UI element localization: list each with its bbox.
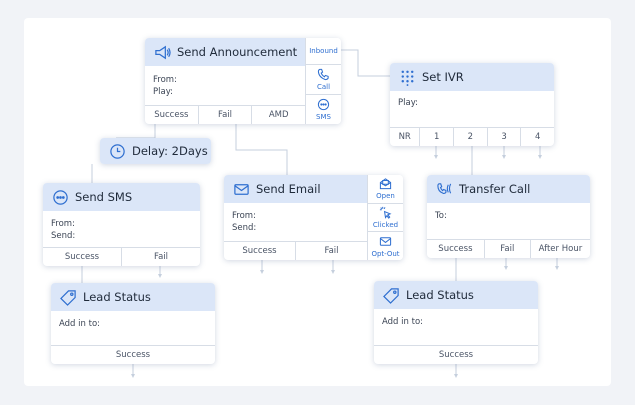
send-announcement-header: Send Announcement bbox=[145, 38, 305, 66]
chat-bubble-icon bbox=[51, 188, 69, 206]
output-success[interactable]: Success bbox=[51, 346, 215, 364]
phone-icon bbox=[317, 68, 330, 83]
send-sms-node[interactable]: Send SMS From: Send: Success Fail bbox=[43, 183, 200, 266]
node-outputs: Success Fail bbox=[224, 241, 367, 260]
trigger-open-label: Open bbox=[376, 192, 395, 201]
output-success[interactable]: Success bbox=[374, 346, 538, 364]
trigger-call[interactable]: Call bbox=[306, 65, 341, 96]
node-outputs: Success bbox=[51, 345, 215, 364]
node-outputs: Success Fail After Hour bbox=[427, 239, 590, 258]
node-body: From: Send: bbox=[43, 211, 200, 247]
lead-status-header: Lead Status bbox=[374, 281, 538, 309]
node-outputs: NR 1 2 3 4 bbox=[390, 127, 554, 146]
chat-bubble-icon bbox=[317, 98, 330, 113]
trigger-panel: Inbound Call SMS bbox=[305, 38, 341, 124]
trigger-clicked-label: Clicked bbox=[372, 221, 399, 229]
trigger-call-label: Call bbox=[316, 83, 331, 92]
node-title: Lead Status bbox=[83, 290, 151, 304]
node-title: Set IVR bbox=[422, 70, 464, 84]
node-title: Send Announcement bbox=[177, 45, 298, 59]
delay-node[interactable]: Delay: 2Days bbox=[100, 138, 211, 164]
envelope-icon bbox=[379, 235, 392, 250]
trigger-open[interactable]: Open bbox=[368, 175, 403, 204]
clock-icon bbox=[108, 142, 126, 160]
node-body: Add in to: bbox=[374, 309, 538, 333]
output-nr[interactable]: NR bbox=[390, 128, 421, 146]
output-fail[interactable]: Fail bbox=[296, 242, 367, 260]
open-envelope-icon bbox=[379, 177, 392, 192]
node-body: Add in to: bbox=[51, 311, 215, 335]
output-fail[interactable]: Fail bbox=[199, 106, 253, 124]
node-outputs: Success bbox=[374, 345, 538, 364]
output-success[interactable]: Success bbox=[427, 240, 485, 258]
set-ivr-header: Set IVR bbox=[390, 63, 554, 91]
set-ivr-node[interactable]: Set IVR Play: NR 1 2 3 4 bbox=[390, 63, 554, 146]
output-3[interactable]: 3 bbox=[488, 128, 522, 146]
trigger-sms[interactable]: SMS bbox=[306, 95, 341, 124]
output-1[interactable]: 1 bbox=[420, 128, 455, 146]
add-in-to-label: Add in to: bbox=[382, 317, 424, 327]
node-outputs: Success Fail bbox=[43, 247, 200, 266]
play-label: Play: bbox=[398, 98, 418, 108]
node-body: Play: bbox=[390, 91, 554, 114]
lead-status-node-left[interactable]: Lead Status Add in to: Success bbox=[51, 283, 215, 364]
keypad-icon bbox=[398, 68, 416, 86]
node-title: Send SMS bbox=[75, 190, 133, 204]
to-label: To: bbox=[435, 211, 447, 221]
lead-status-header: Lead Status bbox=[51, 283, 215, 311]
output-amd[interactable]: AMD bbox=[252, 106, 305, 124]
phone-transfer-icon bbox=[435, 180, 453, 198]
send-label: Send: bbox=[51, 231, 76, 241]
email-trigger-panel: Open Clicked Opt-Out bbox=[367, 175, 403, 260]
delay-header: Delay: 2Days bbox=[100, 138, 211, 164]
output-success[interactable]: Success bbox=[224, 242, 296, 260]
trigger-optout-label: Opt-Out bbox=[371, 249, 400, 258]
send-announcement-node[interactable]: Send Announcement From: Play: Success Fa… bbox=[145, 38, 341, 124]
add-in-to-label: Add in to: bbox=[59, 319, 101, 329]
node-body: To: bbox=[427, 203, 590, 227]
node-outputs: Success Fail AMD bbox=[145, 105, 305, 124]
tag-icon bbox=[59, 288, 77, 306]
node-title: Lead Status bbox=[406, 288, 474, 302]
delay-label: Delay: 2Days bbox=[132, 144, 208, 158]
output-fail[interactable]: Fail bbox=[122, 248, 200, 266]
megaphone-icon bbox=[153, 43, 171, 61]
send-sms-header: Send SMS bbox=[43, 183, 200, 211]
output-success[interactable]: Success bbox=[43, 248, 122, 266]
cursor-click-icon bbox=[379, 206, 392, 221]
trigger-sms-label: SMS bbox=[316, 113, 331, 122]
send-email-node[interactable]: Send Email From: Send: Success Fail Open… bbox=[224, 175, 403, 260]
trigger-optout[interactable]: Opt-Out bbox=[368, 232, 403, 260]
envelope-icon bbox=[232, 180, 250, 198]
transfer-call-header: Transfer Call bbox=[427, 175, 590, 203]
trigger-inbound-label: Inbound bbox=[309, 47, 338, 56]
node-title: Transfer Call bbox=[459, 182, 531, 196]
lead-status-node-right[interactable]: Lead Status Add in to: Success bbox=[374, 281, 538, 364]
node-title: Send Email bbox=[256, 182, 321, 196]
output-success[interactable]: Success bbox=[145, 106, 199, 124]
tag-icon bbox=[382, 286, 400, 304]
trigger-inbound[interactable]: Inbound bbox=[306, 38, 341, 66]
trigger-clicked[interactable]: Clicked bbox=[368, 204, 403, 233]
output-2[interactable]: 2 bbox=[454, 128, 488, 146]
from-label: From: bbox=[51, 219, 75, 229]
output-after-hour[interactable]: After Hour bbox=[531, 240, 590, 258]
transfer-call-node[interactable]: Transfer Call To: Success Fail After Hou… bbox=[427, 175, 590, 258]
output-4[interactable]: 4 bbox=[521, 128, 554, 146]
output-fail[interactable]: Fail bbox=[485, 240, 531, 258]
send-email-header: Send Email bbox=[224, 175, 367, 203]
